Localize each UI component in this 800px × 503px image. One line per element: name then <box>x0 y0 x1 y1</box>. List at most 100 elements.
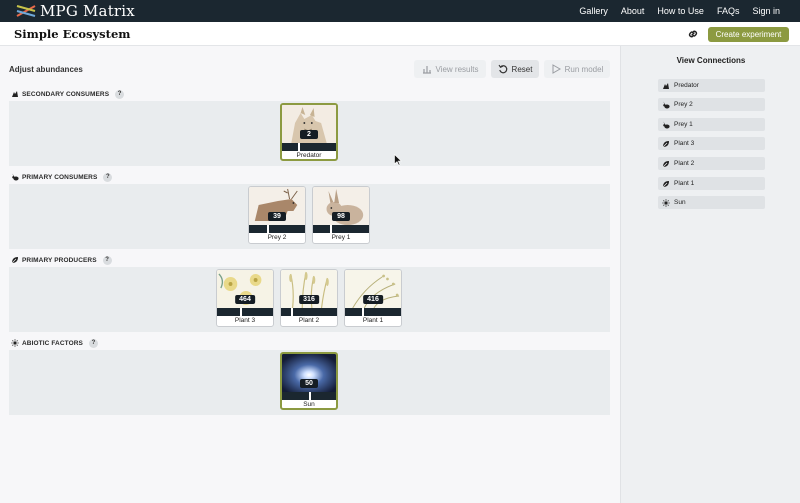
nav-faqs[interactable]: FAQs <box>717 6 740 16</box>
brand-name: MPG Matrix <box>40 2 135 20</box>
mpg-logo-icon <box>16 5 36 17</box>
species-card-plant-1[interactable]: 416 Plant 1 <box>344 269 402 327</box>
section-title: ABIOTIC FACTORS <box>22 339 83 347</box>
slider-handle[interactable] <box>298 143 300 151</box>
section-header-primary-producers: PRIMARY PRODUCERS ? <box>11 254 112 266</box>
leaf-icon <box>11 257 18 264</box>
species-card-plant-2[interactable]: 316 Plant 2 <box>280 269 338 327</box>
abiotic-factors-row: 50 Sun <box>9 350 610 415</box>
species-label: Predator <box>296 152 322 159</box>
reset-label: Reset <box>511 64 533 74</box>
leaf-icon <box>662 180 669 187</box>
help-icon[interactable]: ? <box>102 255 112 265</box>
abundance-count: 2 <box>300 130 318 139</box>
nav-sign-in[interactable]: Sign in <box>752 6 780 16</box>
primary-consumers-row: 39 Prey 2 98 Prey 1 <box>9 184 610 249</box>
view-connections-title: View Connections <box>676 56 746 65</box>
connection-label: Plant 2 <box>674 160 695 167</box>
section-title: PRIMARY PRODUCERS <box>22 256 97 264</box>
connection-label: Predator <box>674 82 699 89</box>
help-icon[interactable]: ? <box>115 89 125 99</box>
rabbit-icon <box>12 173 19 181</box>
primary-producers-row: 464 Plant 3 316 Plant 2 416 Plant 1 <box>9 267 610 332</box>
nav-gallery[interactable]: Gallery <box>579 6 608 16</box>
abundance-count: 98 <box>332 212 350 221</box>
slider-handle[interactable] <box>362 308 364 316</box>
nav-how-to-use[interactable]: How to Use <box>657 6 704 16</box>
help-icon[interactable]: ? <box>103 172 113 182</box>
reset-icon <box>498 64 507 74</box>
slider-handle[interactable] <box>330 225 332 233</box>
species-card-plant-3[interactable]: 464 Plant 3 <box>216 269 274 327</box>
connection-item-prey-2[interactable]: Prey 2 <box>658 98 765 111</box>
predator-icon <box>12 91 18 97</box>
page-title: Simple Ecosystem <box>14 27 131 41</box>
connection-item-predator[interactable]: Predator <box>658 79 765 92</box>
leaf-icon <box>662 160 669 167</box>
brand[interactable]: MPG Matrix <box>16 2 135 20</box>
run-model-button[interactable]: Run model <box>544 60 610 78</box>
main-panel: Adjust abundances View results Reset Run… <box>0 46 620 503</box>
top-navbar: MPG Matrix Gallery About How to Use FAQs… <box>0 0 800 22</box>
species-label: Prey 1 <box>331 234 351 241</box>
bar-chart-icon <box>422 66 431 74</box>
secondary-consumers-row: 2 Predator <box>9 101 610 166</box>
connection-label: Prey 2 <box>674 101 693 108</box>
connection-item-plant-1[interactable]: Plant 1 <box>658 177 765 190</box>
predator-icon <box>663 82 669 89</box>
abundance-count: 316 <box>299 295 319 304</box>
connection-label: Sun <box>674 199 686 206</box>
sun-icon <box>662 198 670 207</box>
species-label: Plant 3 <box>234 317 256 324</box>
species-card-prey-2[interactable]: 39 Prey 2 <box>248 186 306 244</box>
slider-handle[interactable] <box>240 308 242 316</box>
view-results-button[interactable]: View results <box>414 60 486 78</box>
section-title: SECONDARY CONSUMERS <box>22 90 110 98</box>
nav-about[interactable]: About <box>621 6 645 16</box>
adjust-abundances-title: Adjust abundances <box>9 65 83 74</box>
rabbit-icon <box>663 121 670 128</box>
connection-label: Prey 1 <box>674 121 693 128</box>
abundance-count: 50 <box>300 379 318 388</box>
connection-item-plant-3[interactable]: Plant 3 <box>658 137 765 150</box>
slider-handle[interactable] <box>267 225 269 233</box>
leaf-icon <box>662 140 669 147</box>
species-card-sun[interactable]: 50 Sun <box>280 352 338 410</box>
connections-panel: View Connections Predator Prey 2 Prey 1 … <box>620 46 800 503</box>
species-label: Sun <box>303 401 315 408</box>
abundance-slider[interactable] <box>217 308 273 316</box>
abundance-slider[interactable] <box>249 225 305 233</box>
sun-icon <box>11 339 19 347</box>
section-header-primary-consumers: PRIMARY CONSUMERS ? <box>11 171 113 183</box>
page-header: Simple Ecosystem Create experiment <box>0 22 800 46</box>
section-header-abiotic-factors: ABIOTIC FACTORS ? <box>11 337 98 349</box>
connection-item-prey-1[interactable]: Prey 1 <box>658 118 765 131</box>
abundance-slider[interactable] <box>281 308 337 316</box>
rabbit-icon <box>663 101 670 108</box>
help-icon[interactable]: ? <box>88 338 98 348</box>
species-card-predator[interactable]: 2 Predator <box>280 103 338 161</box>
create-experiment-button[interactable]: Create experiment <box>708 27 789 42</box>
view-results-label: View results <box>435 64 479 74</box>
section-header-secondary-consumers: SECONDARY CONSUMERS ? <box>11 88 125 100</box>
connection-label: Plant 3 <box>674 140 695 147</box>
section-title: PRIMARY CONSUMERS <box>22 173 98 181</box>
abundance-slider[interactable] <box>313 225 369 233</box>
abundance-count: 39 <box>268 212 286 221</box>
abundance-slider[interactable] <box>282 392 336 400</box>
connection-label: Plant 1 <box>674 180 695 187</box>
play-icon <box>552 64 561 74</box>
mouse-cursor-icon <box>394 154 402 166</box>
link-icon[interactable] <box>686 27 700 41</box>
run-model-label: Run model <box>564 64 604 74</box>
species-card-prey-1[interactable]: 98 Prey 1 <box>312 186 370 244</box>
reset-button[interactable]: Reset <box>491 60 539 78</box>
connection-item-plant-2[interactable]: Plant 2 <box>658 157 765 170</box>
species-label: Plant 2 <box>298 317 320 324</box>
abundance-count: 416 <box>363 295 383 304</box>
abundance-slider[interactable] <box>345 308 401 316</box>
abundance-slider[interactable] <box>282 143 336 151</box>
connection-item-sun[interactable]: Sun <box>658 196 765 209</box>
slider-handle[interactable] <box>291 308 293 316</box>
slider-handle[interactable] <box>309 392 311 400</box>
